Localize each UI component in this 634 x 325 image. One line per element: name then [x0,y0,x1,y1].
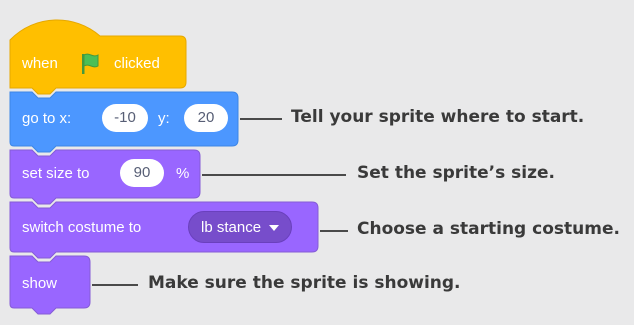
percent-label: % [176,165,190,182]
setsize-callout-line [202,174,346,176]
script-stack: when clicked go to x: -10 y: 20 set size… [0,0,634,325]
costume-label: switch costume to [22,219,142,236]
clicked-label: clicked [114,55,160,72]
when-label: when [22,55,58,72]
show-callout: Make sure the sprite is showing. [148,273,461,293]
setsize-label: set size to [22,165,90,182]
goto-label: go to x: [22,110,72,127]
y-label: y: [158,110,170,127]
costume-callout-line [320,230,348,232]
show-label: show [22,275,58,292]
costume-callout: Choose a starting costume. [357,219,620,239]
show-callout-line [92,284,138,286]
costume-dropdown[interactable]: lb stance [188,211,293,243]
costume-dropdown-value: lb stance [201,219,262,236]
goto-callout: Tell your sprite where to start. [291,107,585,127]
y-input[interactable]: 20 [184,104,228,132]
goto-callout-line [240,118,282,120]
x-input[interactable]: -10 [102,104,148,132]
size-input[interactable]: 90 [120,159,164,187]
setsize-callout: Set the sprite’s size. [357,163,555,183]
chevron-down-icon [269,225,280,232]
